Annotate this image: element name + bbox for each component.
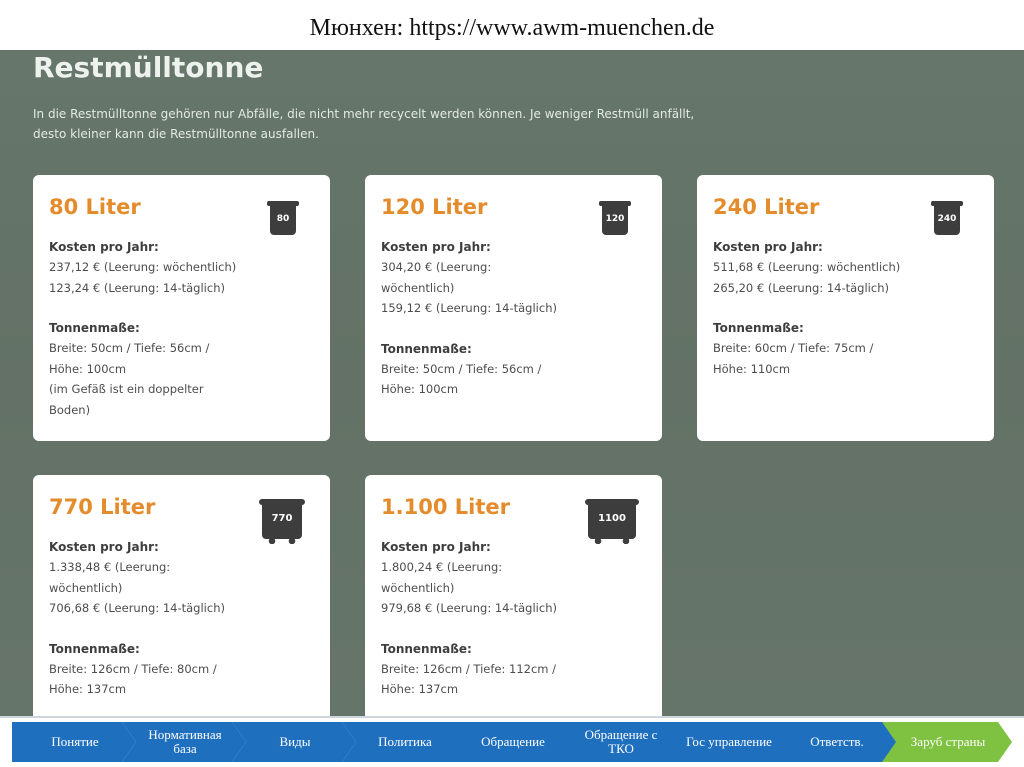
dimensions-label: Tonnenmaße:	[49, 641, 140, 656]
dimensions-line: Höhe: 100cm	[49, 361, 127, 376]
dimensions-line: Höhe: 137cm	[381, 682, 459, 696]
bin-card-770: 770 Liter 770 Kosten pro Jahr: 1.338,48 …	[33, 475, 330, 716]
dimensions-label: Tonnenmaße:	[381, 341, 472, 356]
bin-label: 1100	[598, 513, 626, 524]
cost-line: 123,24 € (Leerung: 14-täglich)	[49, 280, 225, 295]
dimensions-line: Breite: 126cm / Tiefe: 80cm /	[49, 661, 217, 676]
cost-line: 706,68 € (Leerung: 14-täglich)	[49, 601, 225, 615]
cost-line: 265,20 € (Leerung: 14-täglich)	[713, 280, 889, 295]
cost-line: 237,12 € (Leerung: wöchentlich)	[49, 260, 237, 274]
nav-item-politika[interactable]: Политика	[342, 722, 466, 762]
container-bin-icon: 1100	[585, 499, 639, 544]
dimensions-line: Breite: 126cm / Tiefe: 112cm /	[381, 661, 557, 676]
nav-item-gos-upravlenie[interactable]: Гос управление	[666, 722, 790, 762]
cost-line: wöchentlich)	[49, 580, 123, 595]
dimensions-line: Breite: 60cm / Tiefe: 75cm /	[713, 341, 874, 355]
cost-line: 304,20 € (Leerung:	[381, 260, 492, 274]
nav-item-ponyatie[interactable]: Понятие	[12, 722, 136, 762]
cost-label: Kosten pro Jahr:	[49, 240, 159, 254]
cost-line: 1.338,48 € (Leerung:	[49, 560, 171, 574]
dimensions-label: Tonnenmaße:	[49, 321, 140, 335]
bin-card-120: 120 Liter 120 Kosten pro Jahr: 304,20 € …	[365, 175, 662, 441]
trash-bin-icon: 120	[599, 201, 631, 235]
cost-line: 1.800,24 € (Leerung:	[381, 560, 503, 574]
bin-card-1100: 1.100 Liter 1100 Kosten pro Jahr: 1.800,…	[365, 475, 662, 716]
nav-item-obrashchenie-tko[interactable]: Обращение с ТКО	[558, 722, 682, 762]
nav-item-vidy[interactable]: Виды	[232, 722, 356, 762]
dimensions-line: Breite: 50cm / Tiefe: 56cm /	[381, 361, 542, 376]
bin-label: 120	[605, 214, 625, 224]
dimensions-line: Höhe: 100cm	[381, 382, 459, 396]
cost-line: wöchentlich)	[381, 580, 455, 595]
dimensions-line: Boden)	[49, 402, 91, 417]
bin-card-240: 240 Liter 240 Kosten pro Jahr: 511,68 € …	[697, 175, 994, 441]
trash-bin-icon: 80	[267, 201, 299, 235]
cost-line: 159,12 € (Leerung: 14-täglich)	[381, 301, 557, 315]
cost-label: Kosten pro Jahr:	[713, 240, 823, 254]
section-intro: In die Restmülltonne gehören nur Abfälle…	[33, 107, 695, 141]
bin-label: 80	[276, 214, 290, 224]
nav-item-normativnaya-baza[interactable]: Нормативная база	[122, 722, 246, 762]
nav-item-otvetstv[interactable]: Ответств.	[774, 722, 898, 762]
trash-bin-icon: 240	[931, 201, 963, 235]
dimensions-label: Tonnenmaße:	[381, 641, 472, 656]
bin-label: 240	[937, 214, 957, 224]
slide-navigation-bar: Понятие Нормативная база Виды Политика О…	[0, 716, 1024, 767]
website-screenshot: Restmülltonne In die Restmülltonne gehör…	[0, 50, 1024, 716]
slide-title: Мюнхен: https://www.awm-muenchen.de	[0, 0, 1024, 50]
cost-line: wöchentlich)	[381, 280, 455, 295]
cost-line: 511,68 € (Leerung: wöchentlich)	[713, 260, 901, 274]
cost-line: 979,68 € (Leerung: 14-täglich)	[381, 601, 557, 615]
nav-item-obrashchenie[interactable]: Обращение	[450, 722, 574, 762]
section-heading: Restmülltonne	[33, 51, 264, 84]
dimensions-line: Höhe: 110cm	[713, 361, 791, 376]
dimensions-line: Breite: 50cm / Tiefe: 56cm /	[49, 341, 210, 355]
cost-label: Kosten pro Jahr:	[381, 240, 491, 254]
dimensions-line: (im Gefäß ist ein doppelter	[49, 382, 204, 396]
bin-label: 770	[271, 513, 293, 524]
dimensions-line: Höhe: 137cm	[49, 682, 127, 696]
nav-item-zarub-strany[interactable]: Заруб страны	[882, 722, 1012, 762]
container-bin-icon: 770	[259, 499, 305, 544]
bin-card-80: 80 Liter 80 Kosten pro Jahr: 237,12 € (L…	[33, 175, 330, 441]
dimensions-label: Tonnenmaße:	[713, 321, 804, 335]
